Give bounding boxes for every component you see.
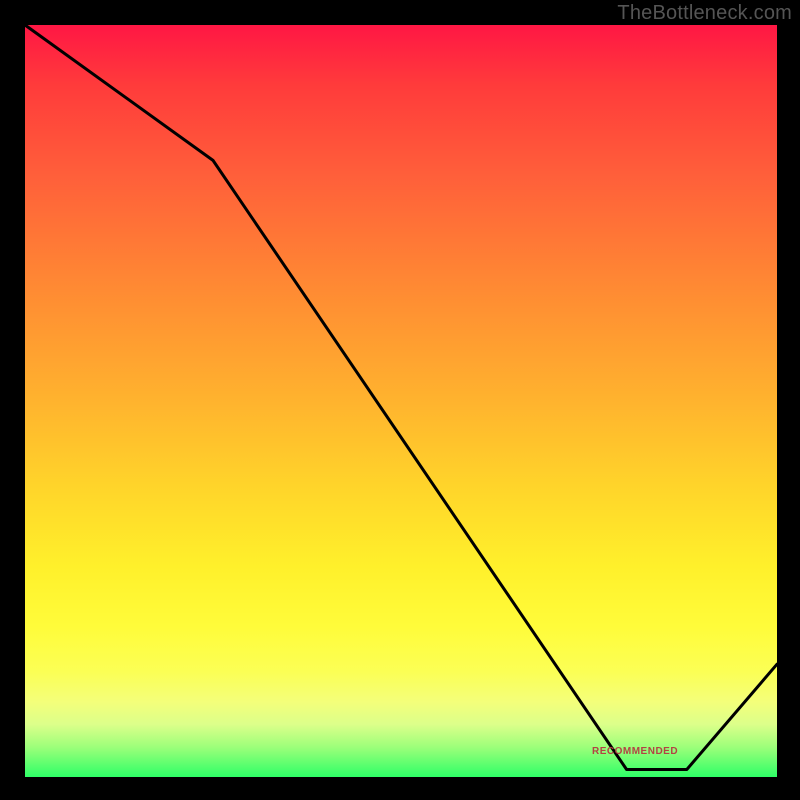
recommended-annotation: RECOMMENDED <box>592 746 678 757</box>
bottleneck-curve <box>25 25 777 777</box>
plot-area: RECOMMENDED <box>25 25 777 777</box>
chart-frame: TheBottleneck.com RECOMMENDED <box>0 0 800 800</box>
attribution-text: TheBottleneck.com <box>617 2 792 25</box>
curve-path <box>25 25 777 770</box>
